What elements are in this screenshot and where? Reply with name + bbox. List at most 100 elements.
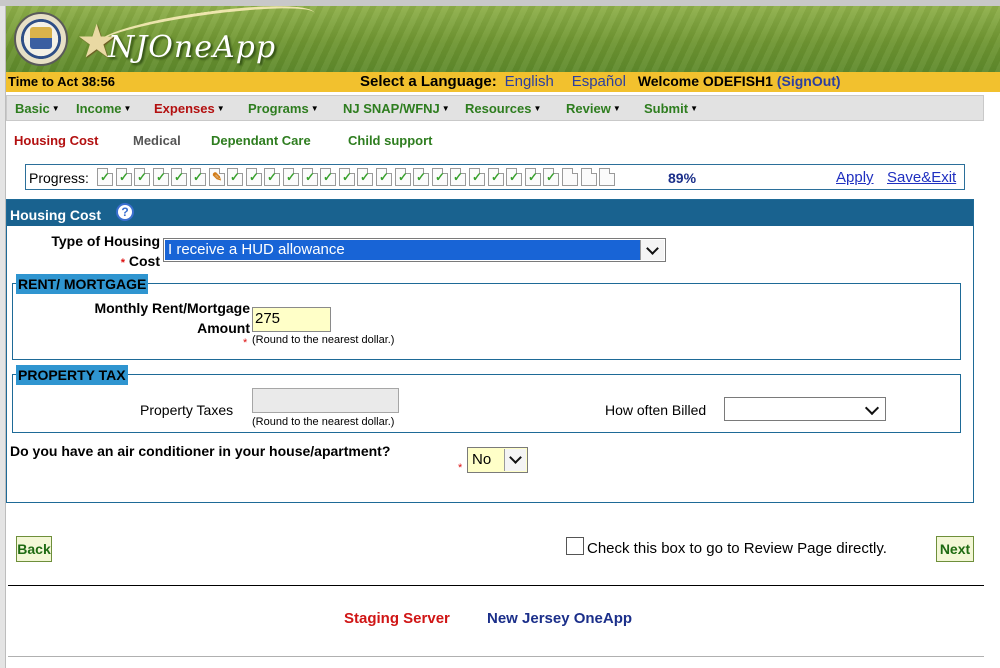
progress-step-complete-icon: ✓ — [320, 168, 336, 186]
checkmark-icon: ✓ — [453, 170, 464, 184]
checkmark-icon: ✓ — [416, 170, 427, 184]
menu-resources[interactable]: Resources ▼ — [465, 101, 541, 116]
air-conditioner-question: Do you have an air conditioner in your h… — [10, 443, 391, 459]
progress-percent: 89% — [668, 170, 697, 186]
footer-divider — [8, 585, 984, 586]
progress-step-complete-icon: ✓ — [153, 168, 169, 186]
housing-type-select[interactable]: I receive a HUD allowance — [163, 238, 666, 262]
checkmark-icon: ✓ — [509, 170, 520, 184]
progress-step-complete-icon: ✓ — [246, 168, 262, 186]
menu-resources-label: Resources — [465, 101, 532, 116]
review-page-checkbox[interactable] — [566, 537, 584, 555]
language-english-link[interactable]: English — [505, 73, 554, 90]
progress-step-complete-icon: ✓ — [227, 168, 243, 186]
progress-step-complete-icon: ✓ — [450, 168, 466, 186]
help-icon[interactable]: ? — [116, 203, 134, 221]
progress-step-complete-icon: ✓ — [506, 168, 522, 186]
caret-down-icon: ▼ — [533, 104, 542, 113]
language-espanol-link[interactable]: Español — [572, 73, 626, 90]
checkmark-icon: ✓ — [323, 170, 334, 184]
caret-down-icon: ▼ — [612, 104, 621, 113]
subtab-housing-cost[interactable]: Housing Cost — [14, 133, 99, 148]
apply-link[interactable]: Apply — [836, 169, 874, 186]
caret-down-icon: ▼ — [310, 104, 319, 113]
checkmark-icon: ✓ — [100, 170, 111, 184]
housing-type-label: Type of Housing * Cost — [22, 231, 160, 273]
nj-state-seal-icon — [14, 12, 68, 66]
menu-submit[interactable]: Submit ▼ — [644, 101, 698, 116]
next-button[interactable]: Next — [936, 536, 974, 562]
checkmark-icon: ✓ — [398, 170, 409, 184]
checkmark-icon: ✓ — [137, 170, 148, 184]
menu-programs[interactable]: Programs ▼ — [248, 101, 319, 116]
checkmark-icon: ✓ — [286, 170, 297, 184]
chevron-down-icon[interactable] — [640, 240, 664, 260]
progress-step-complete-icon: ✓ — [190, 168, 206, 186]
progress-step-empty-icon — [599, 168, 615, 186]
chevron-down-icon[interactable] — [504, 449, 526, 471]
progress-step-complete-icon: ✓ — [376, 168, 392, 186]
menu-review-label: Review — [566, 101, 611, 116]
checkmark-icon: ✓ — [360, 170, 371, 184]
required-mark: * — [458, 462, 463, 474]
how-often-billed-label: How often Billed — [605, 402, 707, 418]
checkmark-icon: ✓ — [193, 170, 204, 184]
menu-income[interactable]: Income ▼ — [76, 101, 131, 116]
menu-nj-snap-wfnj[interactable]: NJ SNAP/WFNJ ▼ — [343, 101, 450, 116]
housing-type-label-line2: Cost — [128, 253, 160, 269]
progress-step-complete-icon: ✓ — [171, 168, 187, 186]
progress-step-complete-icon: ✓ — [97, 168, 113, 186]
menu-basic[interactable]: Basic ▼ — [15, 101, 60, 116]
checkmark-icon: ✓ — [119, 170, 130, 184]
property-taxes-label: Property Taxes — [140, 402, 234, 418]
main-menu: Basic ▼ Income ▼ Expenses ▼ Programs ▼ NJ SN… — [6, 95, 984, 121]
menu-basic-label: Basic — [15, 101, 50, 116]
checkmark-icon: ✓ — [267, 170, 278, 184]
pencil-icon: ✎ — [212, 170, 223, 184]
menu-nj-snap-wfnj-label: NJ SNAP/WFNJ — [343, 101, 440, 116]
back-button[interactable]: Back — [16, 536, 52, 562]
menu-expenses[interactable]: Expenses ▼ — [154, 101, 225, 116]
signout-link[interactable]: (SignOut) — [777, 73, 841, 89]
menu-review[interactable]: Review ▼ — [566, 101, 621, 116]
checkmark-icon: ✓ — [174, 170, 185, 184]
app-banner: ★ NJOneApp — [6, 6, 1000, 72]
subtab-child-support[interactable]: Child support — [348, 133, 433, 148]
checkmark-icon: ✓ — [342, 170, 353, 184]
caret-down-icon: ▼ — [216, 104, 225, 113]
checkmark-icon: ✓ — [435, 170, 446, 184]
rent-mortgage-legend: RENT/ MORTGAGE — [16, 274, 149, 294]
air-conditioner-select[interactable]: No — [467, 447, 528, 473]
save-exit-link[interactable]: Save&Exit — [887, 169, 956, 186]
caret-down-icon: ▼ — [51, 104, 60, 113]
progress-step-complete-icon: ✓ — [357, 168, 373, 186]
checkmark-icon: ✓ — [546, 170, 557, 184]
progress-step-complete-icon: ✓ — [116, 168, 132, 186]
progress-step-complete-icon: ✓ — [395, 168, 411, 186]
property-taxes-input[interactable] — [252, 388, 399, 413]
checkmark-icon: ✓ — [156, 170, 167, 184]
select-language-label: Select a Language: — [360, 73, 497, 90]
subtab-medical[interactable]: Medical — [133, 133, 181, 148]
housing-type-label-line1: Type of Housing — [51, 233, 160, 249]
caret-down-icon: ▼ — [123, 104, 132, 113]
how-often-billed-select[interactable] — [724, 397, 886, 421]
menu-income-label: Income — [76, 101, 122, 116]
app-name-text: New Jersey OneApp — [487, 610, 633, 627]
rent-mortgage-label-line2: Amount — [197, 320, 250, 336]
subtab-dependant-care[interactable]: Dependant Care — [211, 133, 311, 148]
caret-down-icon: ▼ — [441, 104, 450, 113]
progress-step-complete-icon: ✓ — [413, 168, 429, 186]
checkmark-icon: ✓ — [249, 170, 260, 184]
rent-mortgage-amount-input[interactable]: 275 — [252, 307, 331, 332]
staging-server-text: Staging Server — [344, 610, 450, 627]
progress-step-empty-icon — [581, 168, 597, 186]
checkmark-icon: ✓ — [472, 170, 483, 184]
rent-mortgage-label-line1: Monthly Rent/Mortgage — [94, 300, 250, 316]
progress-step-complete-icon: ✓ — [543, 168, 559, 186]
progress-step-complete-icon: ✓ — [339, 168, 355, 186]
air-conditioner-selected-value: No — [472, 451, 492, 468]
panel-title: Housing Cost — [10, 207, 101, 223]
time-to-act: Time to Act 38:56 — [8, 74, 115, 89]
checkmark-icon: ✓ — [305, 170, 316, 184]
